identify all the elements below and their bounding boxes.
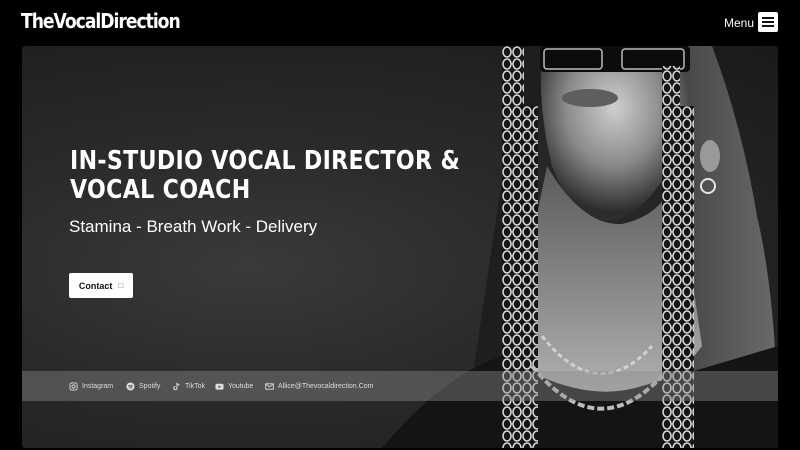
- headline-line-2: VOCAL COACH: [70, 175, 251, 205]
- tiktok-label: TikTok: [185, 382, 205, 390]
- hamburger-icon-bar: [762, 25, 774, 27]
- email-link[interactable]: Allice@Thevocaldirection.Com: [265, 371, 373, 401]
- arrow-icon: □: [118, 281, 124, 290]
- site-logo[interactable]: TheVocalDirection: [21, 9, 181, 33]
- tiktok-icon: [173, 382, 180, 390]
- site-header: TheVocalDirection Menu: [0, 0, 800, 46]
- spotify-link[interactable]: Spotify: [126, 371, 160, 401]
- instagram-link[interactable]: Instagram: [69, 371, 113, 401]
- tiktok-link[interactable]: TikTok: [172, 371, 205, 401]
- youtube-label: Youtube: [228, 382, 254, 390]
- hero-subline: Stamina - Breath Work - Delivery: [69, 217, 318, 236]
- spotify-icon: [126, 381, 135, 391]
- hamburger-menu-button[interactable]: [758, 12, 778, 32]
- instagram-icon: [69, 381, 78, 391]
- hero-headline: IN-STUDIO VOCAL DIRECTOR & VOCAL COACH: [70, 146, 461, 205]
- hero-section: IN-STUDIO VOCAL DIRECTOR & VOCAL COACH S…: [22, 46, 778, 448]
- youtube-icon: [215, 383, 224, 390]
- youtube-link[interactable]: Youtube: [215, 371, 253, 401]
- envelope-icon: [265, 382, 274, 390]
- instagram-label: Instagram: [82, 382, 114, 390]
- email-label: Allice@Thevocaldirection.Com: [278, 382, 374, 390]
- menu-label[interactable]: Menu: [724, 16, 754, 30]
- contact-button-label: Contact: [78, 280, 113, 291]
- spotify-label: Spotify: [139, 382, 161, 390]
- hamburger-icon: [762, 17, 774, 19]
- social-links-bar: Instagram Spotify TikTok Youtube Allice@…: [22, 371, 778, 401]
- hamburger-icon-bar: [762, 21, 774, 23]
- headline-line-1: IN-STUDIO VOCAL DIRECTOR &: [70, 146, 461, 176]
- contact-button[interactable]: Contact □: [69, 273, 133, 298]
